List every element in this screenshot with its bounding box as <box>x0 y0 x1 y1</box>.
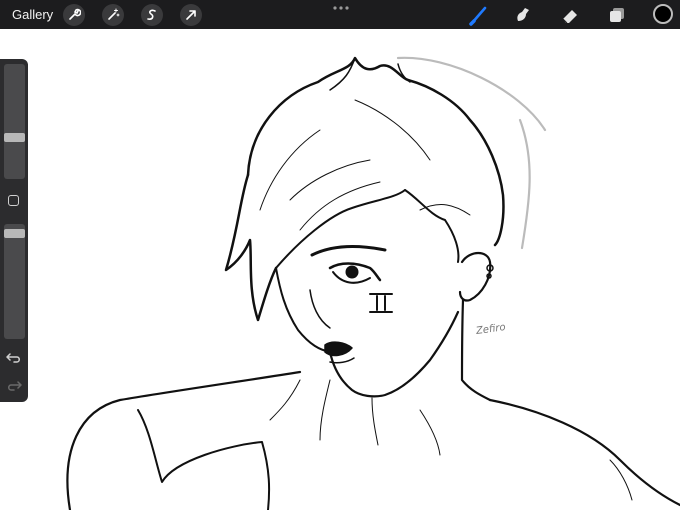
transform-button[interactable] <box>180 4 202 26</box>
brush-tool-button[interactable] <box>467 3 491 27</box>
smudge-tool-button[interactable] <box>511 3 535 27</box>
brush-icon <box>469 6 487 26</box>
arrow-cursor-icon <box>186 10 196 20</box>
layers-button[interactable] <box>605 3 629 27</box>
selection-s-icon <box>147 9 156 20</box>
top-toolbar: Gallery <box>0 0 680 29</box>
magic-wand-icon <box>108 8 120 20</box>
adjustments-button[interactable] <box>102 4 124 26</box>
gallery-button[interactable]: Gallery <box>12 7 53 22</box>
eraser-icon <box>562 10 577 24</box>
ellipsis-icon[interactable] <box>332 3 350 13</box>
color-picker-swatch[interactable] <box>653 4 673 24</box>
smudge-icon <box>517 8 529 21</box>
wrench-icon <box>69 8 81 20</box>
selection-button[interactable] <box>141 4 163 26</box>
layers-icon <box>610 8 624 22</box>
eraser-tool-button[interactable] <box>558 3 582 27</box>
canvas-drawing[interactable] <box>0 29 680 510</box>
actions-button[interactable] <box>63 4 85 26</box>
